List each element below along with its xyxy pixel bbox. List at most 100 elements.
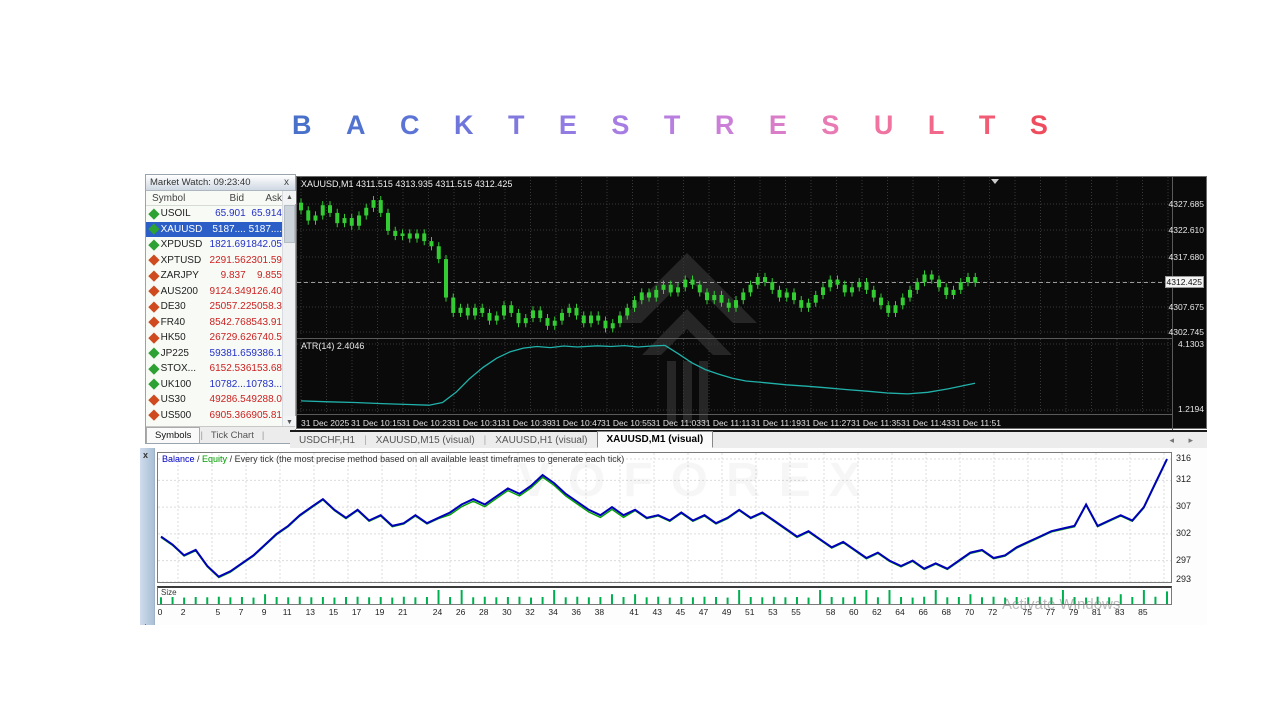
price-axis: 4327.685 4322.610 4317.680 4312.425 4307.675… — [1164, 177, 1206, 430]
symbol-row[interactable]: XPDUSD 1821.69 1842.05 — [146, 237, 282, 253]
market-watch-tabs: Symbols | Tick Chart | — [146, 426, 295, 443]
trade-number-label: 0 — [157, 607, 163, 617]
trade-number-label: 9 — [261, 607, 267, 617]
bid-value: 59381.6 — [209, 347, 246, 359]
symbol-row[interactable]: UK100 10782... 10783... — [146, 377, 282, 393]
ask-value: 6153.68 — [245, 363, 282, 375]
down-arrow-icon — [148, 285, 160, 297]
down-arrow-icon — [148, 301, 160, 313]
title-letter: S — [1029, 110, 1048, 140]
price-axis-label: 4317.680 — [1168, 252, 1204, 262]
down-arrow-icon — [148, 270, 160, 282]
tab-scroll-arrows[interactable]: ◂ ▸ — [1169, 435, 1207, 448]
market-watch-tab-tick-chart[interactable]: Tick Chart — [203, 428, 262, 443]
up-arrow-icon — [148, 208, 160, 220]
market-watch-panel: Market Watch: 09:23:40 x Symbol Bid Ask … — [145, 174, 296, 444]
title-letter: S — [821, 110, 840, 140]
ask-value: 65.914 — [251, 208, 282, 220]
price-axis-label: 4302.745 — [1168, 327, 1204, 337]
ask-value: 25058.3 — [245, 301, 282, 313]
symbol-row[interactable]: XPTUSD 2291.56 2301.59 — [146, 253, 282, 269]
trade-number-label: 30 — [502, 607, 512, 617]
trade-number-label: 60 — [849, 607, 859, 617]
balance-y-label: 297 — [1176, 554, 1192, 565]
trade-number-label: 36 — [571, 607, 581, 617]
legend-description: / Every tick (the most precise method ba… — [227, 454, 625, 464]
bid-value: 8542.76 — [209, 316, 246, 328]
title-letter: C — [399, 110, 420, 140]
balance-y-label: 307 — [1176, 501, 1192, 512]
atr-axis-label: 4.1303 — [1178, 339, 1204, 349]
atr-indicator-pane[interactable]: ATR(14) 2.4046 — [297, 338, 1172, 414]
bid-value: 2291.56 — [209, 254, 246, 266]
symbol-row[interactable]: US30 49286.5 49288.0 — [146, 392, 282, 408]
balance-y-axis: 316 312 307 302 297 293 — [1176, 452, 1206, 584]
legend-balance: Balance — [162, 454, 195, 464]
trade-number-label: 64 — [895, 607, 905, 617]
symbol-row[interactable]: US500 6905.36 6905.81 — [146, 408, 282, 424]
ask-value: 2301.59 — [245, 254, 282, 266]
trade-number-label: 62 — [872, 607, 882, 617]
ask-value: 5187.... — [248, 223, 282, 235]
trade-number-label: 68 — [941, 607, 952, 617]
time-axis-label: 31 Dec 10:39 — [501, 418, 552, 428]
balance-y-label: 302 — [1176, 527, 1192, 538]
market-watch-scrollbar[interactable]: ▲ ▼ — [282, 191, 296, 429]
chart-tab-xauusd-m1-visual-[interactable]: XAUUSD,M1 (visual) — [596, 431, 714, 448]
symbol-row[interactable]: JP225 59381.6 59386.1 — [146, 346, 282, 362]
size-label: Size — [161, 588, 177, 597]
title-letter: E — [558, 110, 577, 140]
time-axis-label: 31 Dec 10:31 — [451, 418, 502, 428]
time-axis-label: 31 Dec 11:03 — [651, 418, 701, 428]
symbol-name: US30 — [160, 394, 186, 406]
down-arrow-icon — [148, 316, 160, 328]
scrollbar-thumb[interactable] — [284, 205, 295, 243]
column-symbol: Symbol — [152, 192, 186, 204]
symbol-row[interactable]: AUS200 9124.34 9126.40 — [146, 284, 282, 300]
graph-legend: Balance / Equity / Every tick (the most … — [162, 454, 624, 464]
current-price-label: 4312.425 — [1164, 276, 1204, 288]
trade-number-label: 53 — [768, 607, 778, 617]
price-axis-label: 4322.610 — [1168, 225, 1204, 235]
time-axis-label: 31 Dec 10:55 — [601, 418, 652, 428]
bid-value: 9124.34 — [209, 285, 246, 297]
candlestick-pane[interactable]: XAUUSD,M1 4311.515 4313.935 4311.515 431… — [297, 177, 1172, 336]
trade-number-label: 15 — [328, 607, 339, 617]
ask-value: 59386.1 — [245, 347, 282, 359]
scroll-up-icon[interactable]: ▲ — [283, 191, 296, 204]
bid-value: 5187.... — [212, 223, 246, 235]
close-icon[interactable]: x — [282, 177, 291, 188]
balance-y-label: 316 — [1176, 453, 1192, 463]
legend-equity: Equity — [202, 454, 228, 464]
symbol-name: DE30 — [160, 301, 186, 313]
up-arrow-icon — [148, 347, 160, 359]
chart-tab-usdchf-h1[interactable]: USDCHF,H1 — [290, 433, 364, 448]
title-letter: B — [292, 110, 312, 140]
symbol-row[interactable]: STOX... 6152.53 6153.68 — [146, 361, 282, 377]
trade-number-label: 47 — [698, 607, 709, 617]
symbol-row[interactable]: DE30 25057.2 25058.3 — [146, 299, 282, 315]
chart-tab-xauusd-m15-visual-[interactable]: XAUUSD,M15 (visual) — [367, 433, 484, 448]
symbol-row[interactable]: USOIL 65.901 65.914 — [146, 206, 282, 222]
up-arrow-icon — [148, 363, 160, 375]
market-watch-titlebar: Market Watch: 09:23:40 x — [146, 175, 295, 191]
trade-number-label: 13 — [305, 607, 316, 617]
symbol-name: XAUUSD — [160, 223, 203, 235]
price-chart-window[interactable]: XAUUSD,M1 4311.515 4313.935 4311.515 431… — [296, 176, 1207, 430]
down-arrow-icon — [148, 254, 160, 266]
symbol-row[interactable]: XAUUSD 5187.... 5187.... — [146, 221, 282, 237]
trade-number-label: 51 — [744, 607, 755, 617]
trade-number-label: 55 — [791, 607, 801, 617]
down-arrow-icon — [148, 409, 160, 421]
trade-number-label: 43 — [652, 607, 662, 617]
symbol-row[interactable]: FR40 8542.76 8543.91 — [146, 315, 282, 331]
chart-tab-xauusd-h1-visual-[interactable]: XAUUSD,H1 (visual) — [486, 433, 596, 448]
time-axis-label: 31 Dec 11:35 — [851, 418, 901, 428]
balance-graph[interactable]: VOFOREX Balance / Equity / Every tick (t… — [157, 452, 1172, 583]
symbol-row[interactable]: ZARJPY 9.837 9.855 — [146, 268, 282, 284]
symbol-row[interactable]: HK50 26729.6 26740.5 — [146, 330, 282, 346]
time-axis-label: 31 Dec 10:15 — [351, 418, 402, 428]
close-icon[interactable]: x — [143, 450, 148, 460]
trade-number-label: 7 — [238, 607, 244, 617]
market-watch-tab-symbols[interactable]: Symbols — [146, 427, 201, 443]
